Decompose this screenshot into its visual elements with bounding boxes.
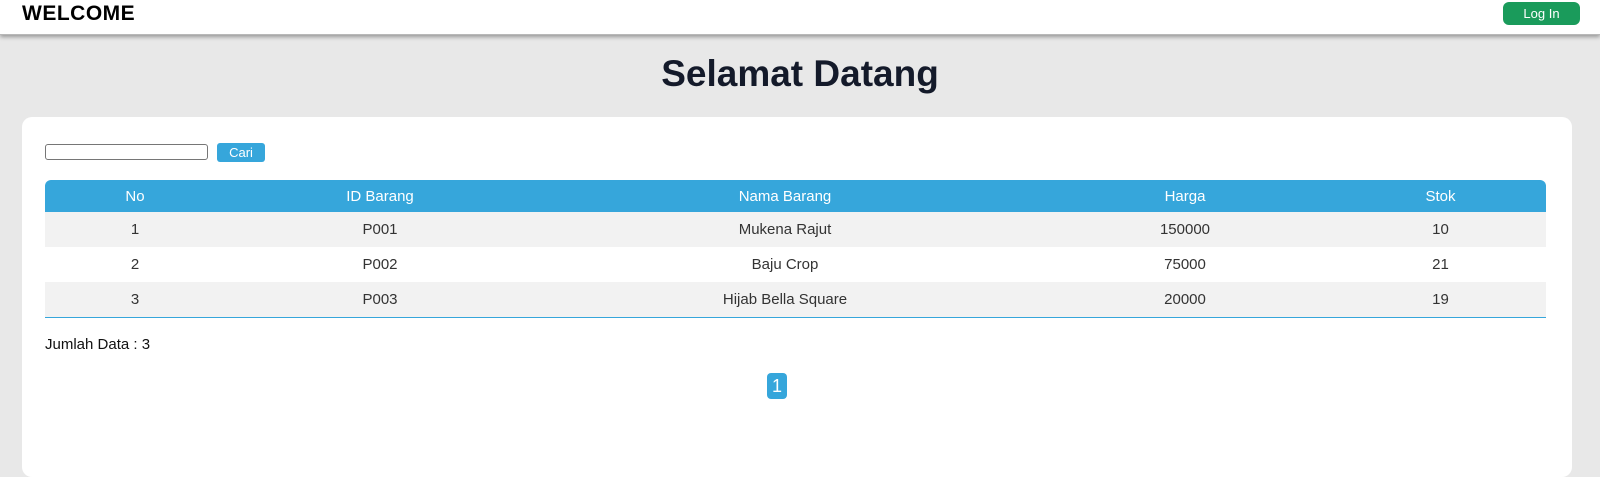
cell-no: 2 [130,256,140,273]
cell-stok: 19 [1335,282,1546,318]
pagination-page-button[interactable]: 1 [767,373,787,399]
data-count-label: Jumlah Data : 3 [45,336,151,353]
page-title: Selamat Datang [661,53,939,94]
product-table: No ID Barang Nama Barang Harga Stok 1 P0… [45,180,1546,318]
cell-stok: 10 [1432,221,1449,238]
cell-harga: 75000 [1164,256,1206,273]
cell-id-barang: P003 [225,282,535,318]
column-header-id-barang: ID Barang [346,187,414,205]
cell-no: 1 [130,221,140,238]
search-input[interactable] [45,144,208,160]
table-row: 3 P003 Hijab Bella Square 20000 19 [45,282,1546,318]
top-navbar: WELCOME Log In [0,0,1600,35]
content-card: Cari No ID Barang Nama Barang Harga Stok… [22,117,1572,477]
cell-nama-barang: Hijab Bella Square [535,282,1035,318]
cell-no: 3 [45,282,225,318]
cell-harga: 20000 [1035,282,1335,318]
column-header-stok: Stok [1425,187,1456,205]
column-header-harga: Harga [1164,187,1206,205]
login-button[interactable]: Log In [1503,2,1580,25]
search-button[interactable]: Cari [217,143,265,162]
table-row: 2 P002 Baju Crop 75000 21 [45,247,1546,282]
table-row: 1 P001 Mukena Rajut 150000 10 [45,212,1546,247]
cell-harga: 150000 [1159,221,1211,238]
brand-title: WELCOME [22,2,136,25]
table-header-row: No ID Barang Nama Barang Harga Stok [45,180,1546,212]
column-header-no: No [125,187,145,205]
cell-stok: 21 [1432,256,1449,273]
cell-id-barang: P002 [362,256,398,273]
column-header-nama-barang: Nama Barang [738,187,832,205]
cell-nama-barang: Mukena Rajut [738,221,832,238]
cell-nama-barang: Baju Crop [751,256,819,273]
cell-id-barang: P001 [362,221,398,238]
